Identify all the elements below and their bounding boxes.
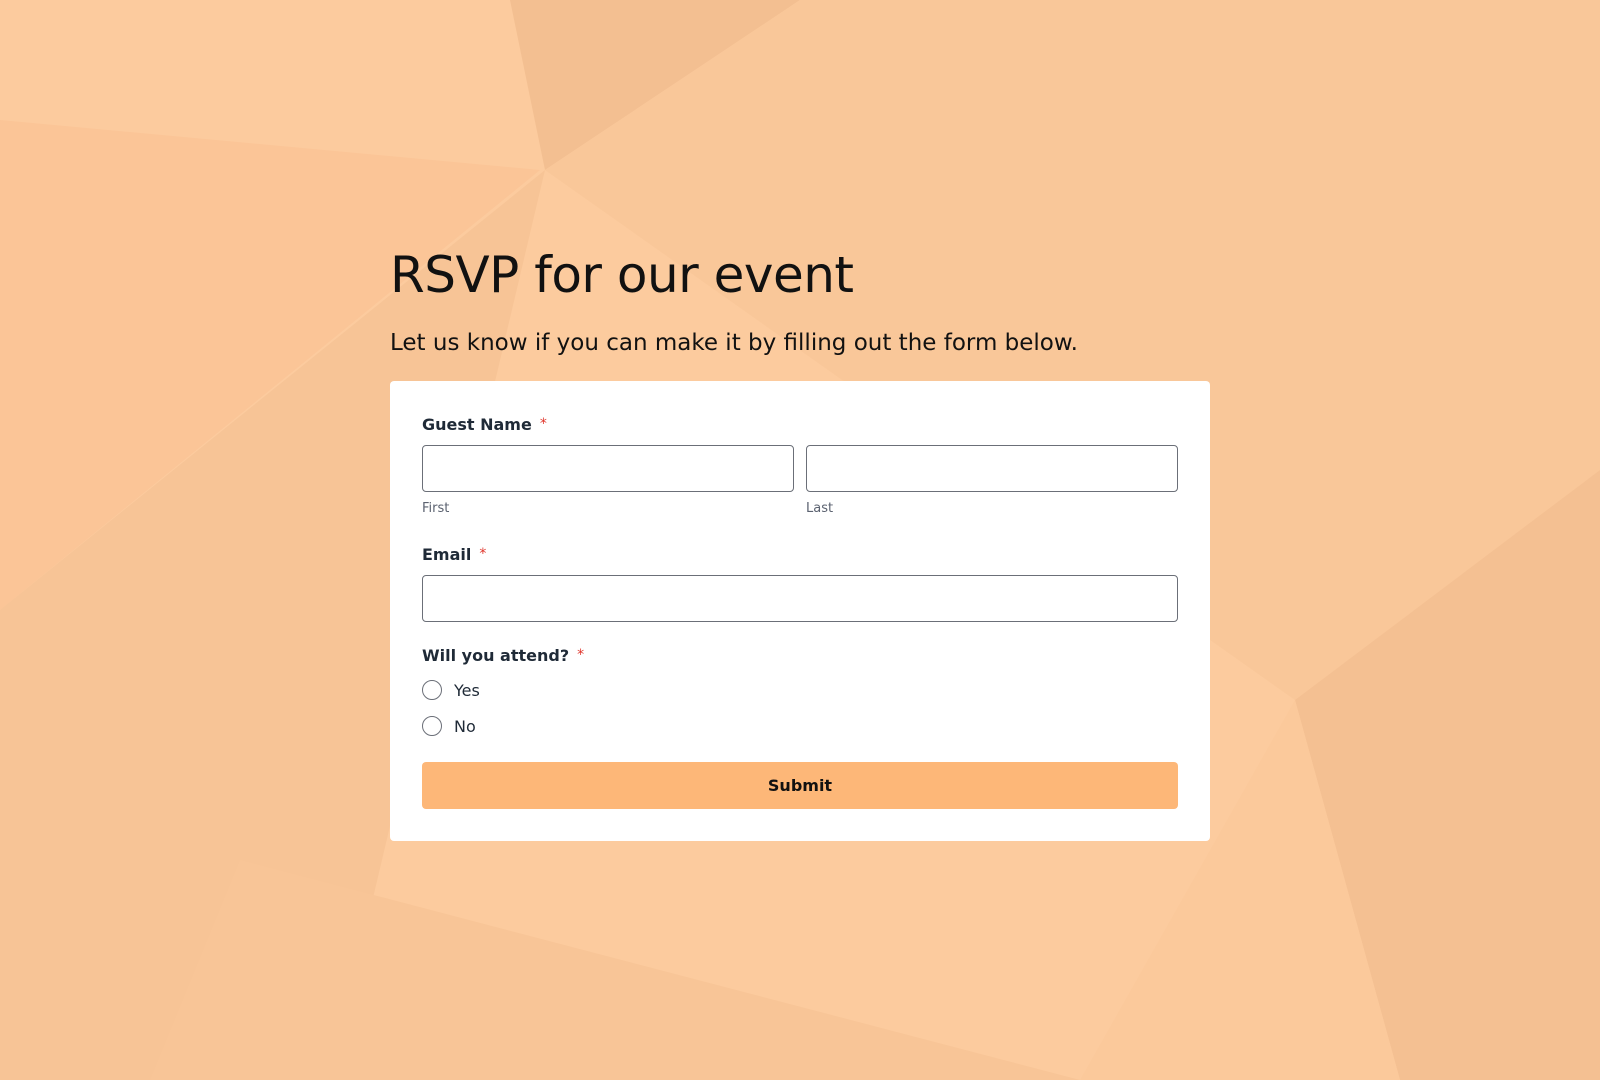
attend-label: Will you attend? * xyxy=(422,644,1178,666)
last-name-sublabel: Last xyxy=(806,501,834,516)
page-subtitle: Let us know if you can make it by fillin… xyxy=(390,330,1078,356)
attend-field-group: Will you attend? * Yes No xyxy=(422,644,1178,738)
radio-option-no[interactable]: No xyxy=(422,714,1178,738)
submit-button[interactable]: Submit xyxy=(422,762,1178,809)
guest-name-field-group: Guest Name * First Last xyxy=(422,413,1178,519)
radio-label-yes[interactable]: Yes xyxy=(454,681,480,700)
first-name-input[interactable] xyxy=(422,445,794,492)
first-name-column: First xyxy=(422,445,794,519)
guest-name-label: Guest Name * xyxy=(422,413,1178,435)
name-inputs-row: First Last xyxy=(422,445,1178,519)
email-field-group: Email * xyxy=(422,543,1178,622)
email-label: Email * xyxy=(422,543,1178,565)
radio-label-no[interactable]: No xyxy=(454,717,476,736)
last-name-column: Last xyxy=(806,445,1178,519)
first-name-sublabel: First xyxy=(422,501,450,516)
radio-button-yes[interactable] xyxy=(422,680,442,700)
attend-label-text: Will you attend? xyxy=(422,645,570,665)
radio-option-yes[interactable]: Yes xyxy=(422,678,1178,702)
required-asterisk: * xyxy=(539,416,547,432)
required-asterisk: * xyxy=(577,647,585,663)
email-label-text: Email xyxy=(422,544,472,564)
main-content: RSVP for our event Let us know if you ca… xyxy=(390,245,1210,841)
last-name-input[interactable] xyxy=(806,445,1178,492)
rsvp-form: Guest Name * First Last Email * Will you… xyxy=(390,381,1210,841)
radio-button-no[interactable] xyxy=(422,716,442,736)
email-input[interactable] xyxy=(422,575,1178,622)
guest-name-label-text: Guest Name xyxy=(422,414,532,434)
page-title: RSVP for our event xyxy=(390,246,854,304)
required-asterisk: * xyxy=(479,546,487,562)
